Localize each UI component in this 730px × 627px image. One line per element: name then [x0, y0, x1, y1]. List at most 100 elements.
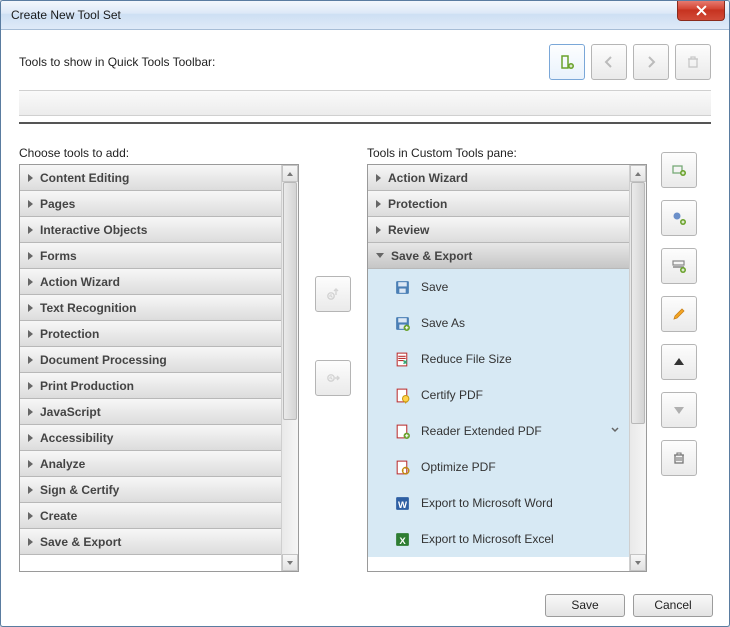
- tool-label: Export to Microsoft Excel: [421, 532, 554, 546]
- window-close-button[interactable]: [677, 1, 725, 21]
- quick-delete-button[interactable]: [675, 44, 711, 80]
- move-down-button[interactable]: [661, 392, 697, 428]
- word-icon: W: [394, 495, 411, 512]
- tool-item[interactable]: Optimize PDF: [368, 449, 629, 485]
- add-tool-button[interactable]: [661, 152, 697, 188]
- tool-item[interactable]: W Export to Microsoft Word: [368, 485, 629, 521]
- category-item[interactable]: Sign & Certify: [20, 477, 281, 503]
- category-item[interactable]: Action Wizard: [20, 269, 281, 295]
- category-label: Create: [40, 509, 77, 523]
- left-arrow-icon: [601, 54, 617, 70]
- category-item[interactable]: Content Editing: [20, 165, 281, 191]
- category-item[interactable]: Save & Export: [368, 243, 629, 269]
- excel-icon: X: [394, 531, 411, 548]
- titlebar: Create New Tool Set: [1, 1, 729, 30]
- scroll-down-button[interactable]: [630, 554, 646, 571]
- tool-item[interactable]: Save As: [368, 305, 629, 341]
- add-category-button[interactable]: [661, 200, 697, 236]
- add-to-quick-button[interactable]: [549, 44, 585, 80]
- expand-icon: [28, 538, 33, 546]
- expand-icon: [28, 460, 33, 468]
- category-item[interactable]: Protection: [20, 321, 281, 347]
- tool-label: Export to Microsoft Word: [421, 496, 553, 510]
- expand-icon: [28, 512, 33, 520]
- category-label: Text Recognition: [40, 301, 136, 315]
- quick-prev-button[interactable]: [591, 44, 627, 80]
- close-icon: [696, 5, 707, 16]
- category-item[interactable]: Accessibility: [20, 425, 281, 451]
- expand-icon: [28, 486, 33, 494]
- save-button[interactable]: Save: [545, 594, 625, 617]
- expand-icon: [376, 253, 384, 258]
- tool-label: Optimize PDF: [421, 460, 496, 474]
- tool-item[interactable]: Save: [368, 269, 629, 305]
- expand-icon: [28, 174, 33, 182]
- category-label: Document Processing: [40, 353, 167, 367]
- expand-icon: [28, 434, 33, 442]
- tool-item[interactable]: Certify PDF: [368, 377, 629, 413]
- category-item[interactable]: Print Production: [20, 373, 281, 399]
- save-icon: [394, 279, 411, 296]
- edit-button[interactable]: [661, 296, 697, 332]
- category-label: Pages: [40, 197, 75, 211]
- expand-icon: [28, 200, 33, 208]
- category-item[interactable]: Document Processing: [20, 347, 281, 373]
- tool-label: Reduce File Size: [421, 352, 512, 366]
- dialog-footer: Save Cancel: [1, 584, 729, 626]
- category-item[interactable]: Action Wizard: [368, 165, 629, 191]
- tool-item[interactable]: Reduce File Size: [368, 341, 629, 377]
- category-item[interactable]: Pages: [20, 191, 281, 217]
- add-separator-button[interactable]: [661, 248, 697, 284]
- delete-button[interactable]: [661, 440, 697, 476]
- add-tool-icon: [671, 162, 687, 178]
- dialog-content: Tools to show in Quick Tools Toolbar:: [1, 30, 729, 584]
- category-label: Save & Export: [40, 535, 121, 549]
- scrollbar[interactable]: [629, 165, 646, 571]
- expand-icon: [28, 278, 33, 286]
- quick-next-button[interactable]: [633, 44, 669, 80]
- category-label: Action Wizard: [40, 275, 120, 289]
- window-title: Create New Tool Set: [11, 8, 121, 22]
- category-label: Content Editing: [40, 171, 129, 185]
- custom-tools-list: Action Wizard Protection ReviewSave & Expo…: [367, 164, 647, 572]
- category-item[interactable]: Create: [20, 503, 281, 529]
- trash-icon: [685, 54, 701, 70]
- category-item[interactable]: Interactive Objects: [20, 217, 281, 243]
- category-item[interactable]: Protection: [368, 191, 629, 217]
- cancel-button[interactable]: Cancel: [633, 594, 713, 617]
- choose-tools-label: Choose tools to add:: [19, 146, 299, 160]
- move-right-icon: [325, 370, 341, 386]
- move-up-icon: [325, 286, 341, 302]
- tool-item[interactable]: X Export to Microsoft Excel: [368, 521, 629, 557]
- move-to-quick-button[interactable]: [315, 276, 351, 312]
- category-item[interactable]: Forms: [20, 243, 281, 269]
- category-label: Accessibility: [40, 431, 113, 445]
- optimize-icon: [394, 459, 411, 476]
- add-panel-icon: [559, 54, 575, 70]
- tool-item[interactable]: Reader Extended PDF: [368, 413, 629, 449]
- category-item[interactable]: Text Recognition: [20, 295, 281, 321]
- scroll-up-button[interactable]: [282, 165, 298, 182]
- scroll-down-button[interactable]: [282, 554, 298, 571]
- scroll-up-button[interactable]: [630, 165, 646, 182]
- category-item[interactable]: Analyze: [20, 451, 281, 477]
- tool-label: Reader Extended PDF: [421, 424, 542, 438]
- expand-icon: [376, 200, 381, 208]
- divider: [19, 122, 711, 124]
- expand-icon: [28, 382, 33, 390]
- category-item[interactable]: Save & Export: [20, 529, 281, 555]
- quick-tools-label: Tools to show in Quick Tools Toolbar:: [19, 55, 549, 69]
- dialog-window: Create New Tool Set Tools to show in Qui…: [0, 0, 730, 627]
- move-to-pane-button[interactable]: [315, 360, 351, 396]
- category-label: Action Wizard: [388, 171, 468, 185]
- category-item[interactable]: JavaScript: [20, 399, 281, 425]
- svg-text:X: X: [399, 535, 406, 546]
- svg-text:W: W: [398, 499, 407, 510]
- reader-icon: [394, 423, 411, 440]
- expand-icon: [376, 226, 381, 234]
- move-up-button[interactable]: [661, 344, 697, 380]
- category-label: Protection: [388, 197, 447, 211]
- add-category-icon: [671, 210, 687, 226]
- category-item[interactable]: Review: [368, 217, 629, 243]
- scrollbar[interactable]: [281, 165, 298, 571]
